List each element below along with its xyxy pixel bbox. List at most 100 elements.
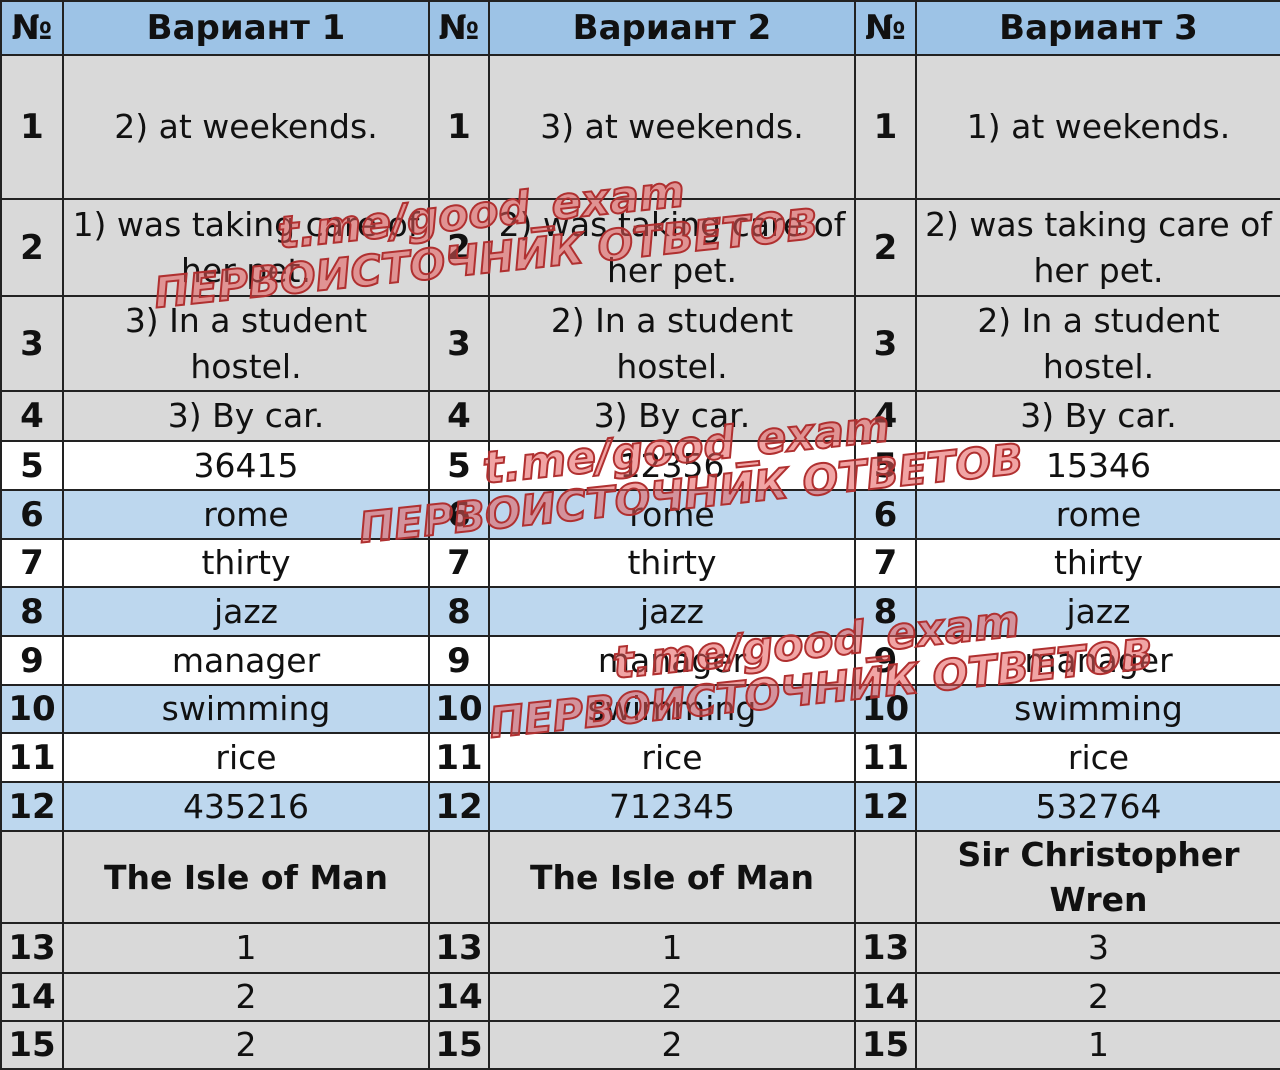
question-number: 1	[0, 54, 64, 200]
answer-variant-3: thirty	[915, 538, 1280, 588]
variant-2-header: Вариант 2	[488, 0, 856, 56]
answer-variant-2: 2	[488, 1020, 856, 1070]
table-row: 13 1 13 1 13 3	[0, 922, 1280, 974]
answer-variant-1: manager	[62, 635, 430, 686]
answer-variant-2: 1	[488, 922, 856, 974]
answer-variant-2: manager	[488, 635, 856, 686]
answer-variant-3: 2	[915, 972, 1280, 1022]
answer-variant-3: 1) at weekends.	[915, 54, 1280, 200]
answer-variant-1: 1	[62, 922, 430, 974]
answer-variant-2: thirty	[488, 538, 856, 588]
question-number: 6	[854, 489, 917, 540]
question-number: 12	[0, 781, 64, 832]
question-number: 11	[0, 732, 64, 783]
question-number: 7	[428, 538, 490, 588]
table-row: 4 3) By car. 4 3) By car. 4 3) By car.	[0, 390, 1280, 442]
question-number: 15	[0, 1020, 64, 1070]
answer-variant-2: 2	[488, 972, 856, 1022]
question-number: 10	[428, 684, 490, 734]
answer-variant-2: swimming	[488, 684, 856, 734]
question-number: 1	[428, 54, 490, 200]
question-number: 13	[428, 922, 490, 974]
answer-variant-3: 1	[915, 1020, 1280, 1070]
question-number: 10	[0, 684, 64, 734]
table-row: 8 jazz 8 jazz 8 jazz	[0, 586, 1280, 637]
answer-variant-1: 2) at weekends.	[62, 54, 430, 200]
answer-variant-3: manager	[915, 635, 1280, 686]
question-number: 12	[428, 781, 490, 832]
answer-variant-3: swimming	[915, 684, 1280, 734]
answer-variant-3: jazz	[915, 586, 1280, 637]
answer-variant-3: 15346	[915, 440, 1280, 491]
question-number: 4	[0, 390, 64, 442]
question-number: 8	[854, 586, 917, 637]
answer-variant-1: jazz	[62, 586, 430, 637]
num-header: №	[854, 0, 917, 56]
answer-variant-2: 2) In a student hostel.	[488, 295, 856, 392]
answer-variant-1: 36415	[62, 440, 430, 491]
question-number: 3	[854, 295, 917, 392]
answer-variant-1: thirty	[62, 538, 430, 588]
question-number: 6	[428, 489, 490, 540]
question-number: 7	[854, 538, 917, 588]
answer-variant-1: rome	[62, 489, 430, 540]
table-row: 5 36415 5 12356 5 15346	[0, 440, 1280, 491]
answer-variant-3: rice	[915, 732, 1280, 783]
answer-variant-2: 12356	[488, 440, 856, 491]
question-number: 5	[854, 440, 917, 491]
answer-variant-3: 3	[915, 922, 1280, 974]
question-number: 15	[854, 1020, 917, 1070]
question-number: 6	[0, 489, 64, 540]
table-row: 3 3) In a student hostel. 3 2) In a student…	[0, 295, 1280, 392]
table-row: 7 thirty 7 thirty 7 thirty	[0, 538, 1280, 588]
variant-1-header: Вариант 1	[62, 0, 430, 56]
answer-variant-2: rice	[488, 732, 856, 783]
answer-variant-3: 2) In a student hostel.	[915, 295, 1280, 392]
empty-cell	[854, 830, 917, 924]
question-number: 8	[0, 586, 64, 637]
question-number: 5	[0, 440, 64, 491]
question-number: 15	[428, 1020, 490, 1070]
question-number: 4	[428, 390, 490, 442]
table-row: 6 rome 6 rome 6 rome	[0, 489, 1280, 540]
question-number: 1	[854, 54, 917, 200]
answer-variant-2: 2) was taking care of her pet.	[488, 198, 856, 297]
variant-3-header: Вариант 3	[915, 0, 1280, 56]
answer-variant-1: 3) By car.	[62, 390, 430, 442]
table-row: 1 2) at weekends. 1 3) at weekends. 1 1) at w…	[0, 54, 1280, 200]
answer-variant-2: 712345	[488, 781, 856, 832]
table-row: 15 2 15 2 15 1	[0, 1020, 1280, 1070]
table-row: 11 rice 11 rice 11 rice	[0, 732, 1280, 783]
table-row: 14 2 14 2 14 2	[0, 972, 1280, 1022]
answer-variant-1: swimming	[62, 684, 430, 734]
empty-cell	[428, 830, 490, 924]
question-number: 14	[428, 972, 490, 1022]
answer-variant-1: 435216	[62, 781, 430, 832]
table-row: 12 435216 12 712345 12 532764	[0, 781, 1280, 832]
question-number: 10	[854, 684, 917, 734]
question-number: 9	[854, 635, 917, 686]
answer-variant-2: jazz	[488, 586, 856, 637]
question-number: 12	[854, 781, 917, 832]
answer-variant-3: 2) was taking care of her pet.	[915, 198, 1280, 297]
answer-variant-2: 3) By car.	[488, 390, 856, 442]
question-number: 11	[854, 732, 917, 783]
question-number: 3	[0, 295, 64, 392]
table-row: 9 manager 9 manager 9 manager	[0, 635, 1280, 686]
answer-variant-3: rome	[915, 489, 1280, 540]
question-number: 4	[854, 390, 917, 442]
question-number: 5	[428, 440, 490, 491]
question-number: 2	[0, 198, 64, 297]
question-number: 7	[0, 538, 64, 588]
num-header: №	[0, 0, 64, 56]
question-number: 2	[854, 198, 917, 297]
question-number: 13	[854, 922, 917, 974]
question-number: 2	[428, 198, 490, 297]
table-row: 2 1) was taking care of her pet. 2 2) was t…	[0, 198, 1280, 297]
question-number: 14	[0, 972, 64, 1022]
section-title-1: The Isle of Man	[62, 830, 430, 924]
empty-cell	[0, 830, 64, 924]
question-number: 3	[428, 295, 490, 392]
question-number: 8	[428, 586, 490, 637]
answer-variant-1: 2	[62, 972, 430, 1022]
